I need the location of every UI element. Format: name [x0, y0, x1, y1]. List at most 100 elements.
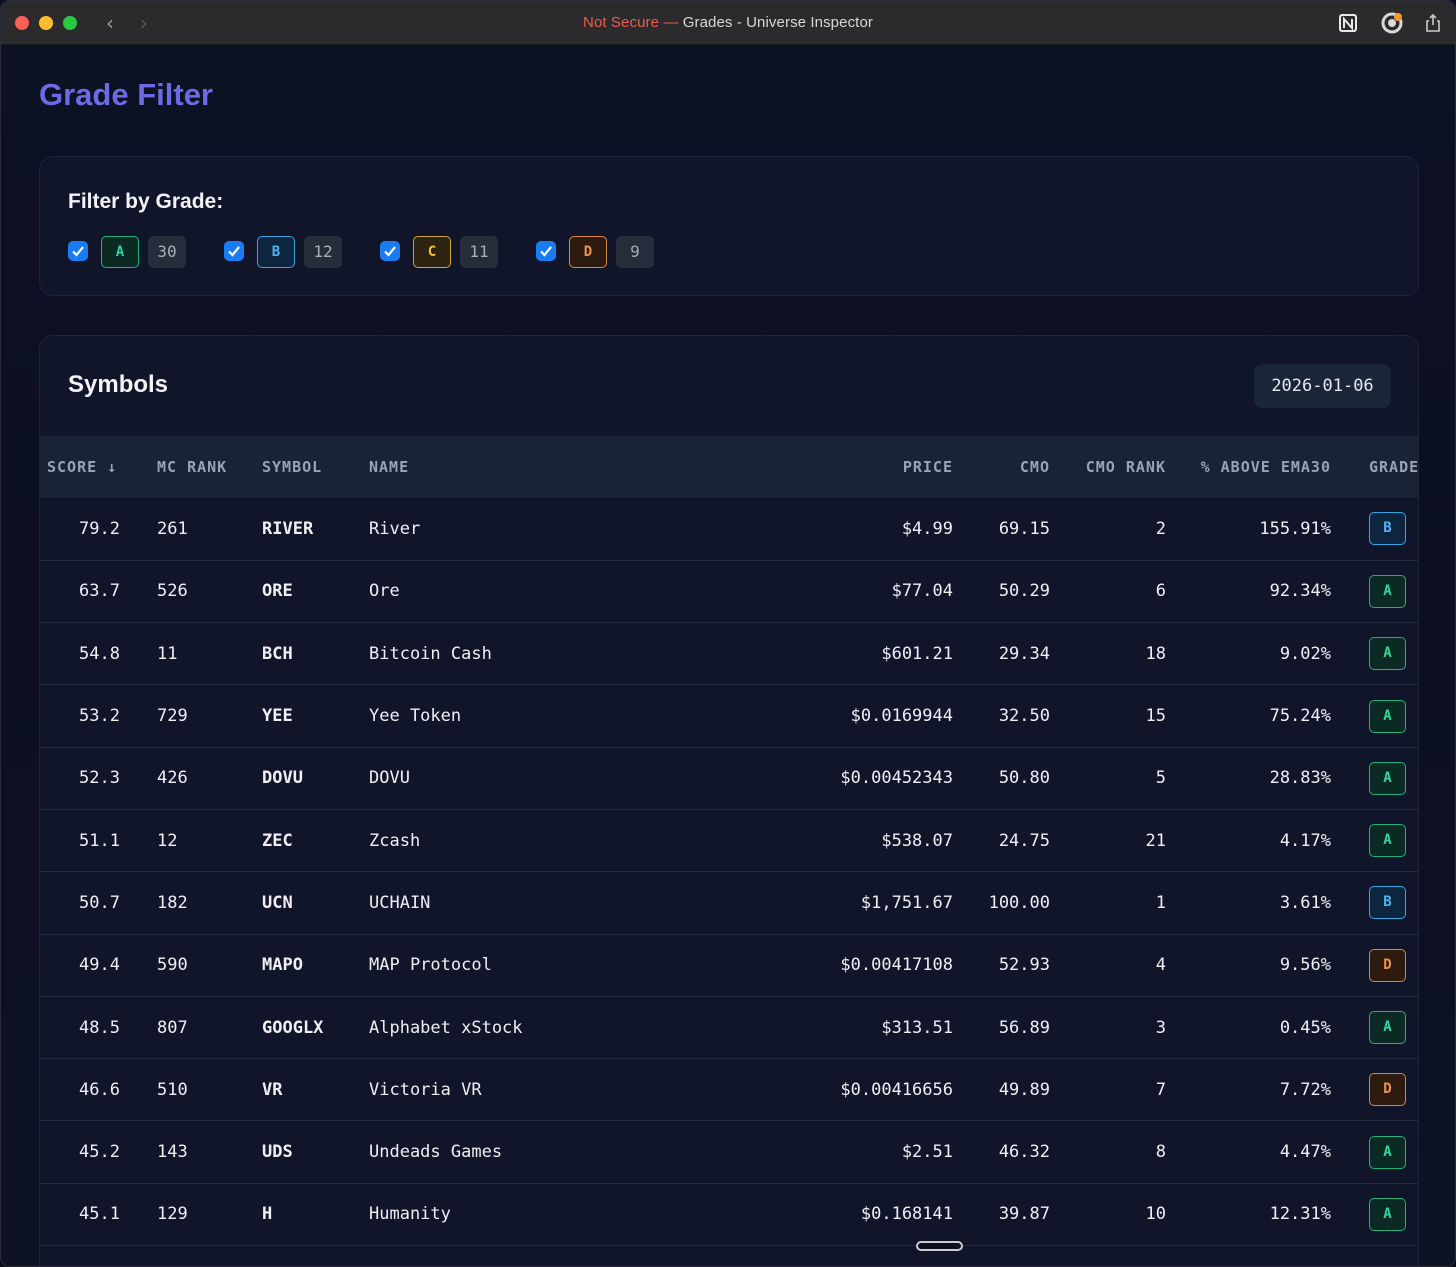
grade-c-badge: C [413, 236, 451, 268]
above-ema30-cell: 12.31% [1269, 1204, 1331, 1225]
symbols-card: Symbols 2026-01-06 SCORE ↓ MC RANK SYMBO… [39, 335, 1419, 1266]
grade-cell: D [1331, 1059, 1418, 1121]
symbol-cell: GOOGLX [262, 1017, 324, 1038]
notion-extension-icon[interactable] [1337, 12, 1359, 34]
symbols-title: Symbols [68, 371, 169, 398]
grade-d-badge: D [569, 236, 607, 268]
table-row[interactable]: 48.5 807 GOOGLX Alphabet xStock $313.51 56.89… [40, 996, 1418, 1059]
date-badge: 2026-01-06 [1254, 364, 1391, 408]
name-cell: Zcash [369, 830, 421, 851]
name-cell: Ore [369, 581, 400, 602]
symbol-cell: UDS [262, 1142, 293, 1163]
name-cell: DOVU [369, 768, 410, 789]
mc-rank-cell: 12 [157, 830, 178, 851]
mc-rank-cell: 426 [157, 768, 188, 789]
col-grade-header[interactable]: GRADE [1331, 436, 1418, 498]
table-row[interactable]: 54.8 11 BCH Bitcoin Cash $601.21 29.34 18 9.02%… [40, 623, 1418, 685]
cmo-rank-cell: 2 [1155, 518, 1166, 539]
not-secure-label: Not Secure — [583, 14, 679, 31]
share-icon[interactable] [1422, 12, 1444, 34]
page-title: Grade Filter [39, 77, 213, 112]
price-cell: $0.168141 [860, 1204, 953, 1225]
symbol-cell: DOVU [262, 768, 303, 789]
table-row[interactable]: 53.2 729 YEE Yee Token $0.0169944 32.50 15 75.2… [40, 685, 1418, 748]
price-cell: $0.0169944 [850, 706, 953, 727]
cmo-cell: 24.75 [998, 830, 1050, 851]
above-ema30-cell: 4.17% [1279, 830, 1331, 851]
col-name-header[interactable]: NAME [362, 436, 762, 498]
extension-icon[interactable] [1381, 12, 1403, 34]
grade-filter-card: Filter by Grade: A 30 B 12 C 11 D 9 [39, 156, 1419, 296]
grade-a-checkbox[interactable] [68, 241, 88, 261]
grade-cell: A [1331, 560, 1418, 622]
cmo-cell: 49.89 [998, 1079, 1050, 1100]
table-row[interactable]: 79.2 261 RIVER River $4.99 69.15 2 155.91% B [40, 498, 1418, 561]
name-cell: UCHAIN [369, 892, 431, 913]
title-bar: ‹ › Not Secure — Grades - Universe Inspe… [1, 1, 1455, 45]
cmo-rank-cell: 15 [1145, 706, 1166, 727]
cmo-cell: 69.15 [998, 518, 1050, 539]
name-cell: Bitcoin Cash [369, 643, 492, 664]
grade-badge: A [1369, 637, 1406, 671]
grade-cell: A [1331, 747, 1418, 809]
symbol-cell: BCH [262, 643, 293, 664]
cmo-rank-cell: 3 [1155, 1017, 1166, 1038]
col-symbol-header[interactable]: SYMBOL [255, 436, 362, 498]
price-cell: $313.51 [881, 1017, 953, 1038]
symbol-cell: H [262, 1204, 273, 1225]
browser-window: ‹ › Not Secure — Grades - Universe Inspe… [0, 0, 1456, 1267]
name-cell: Undeads Games [369, 1142, 503, 1163]
cmo-cell: 50.29 [998, 581, 1050, 602]
table-row[interactable]: 52.3 426 DOVU DOVU $0.00452343 50.80 5 28.83% A [40, 747, 1418, 810]
above-ema30-cell: 3.61% [1279, 892, 1331, 913]
grade-cell: A [1331, 1121, 1418, 1183]
grade-b-checkbox[interactable] [224, 241, 244, 261]
table-row[interactable]: 46.6 510 VR Victoria VR $0.00416656 49.89 7 7.7… [40, 1059, 1418, 1121]
score-cell: 63.7 [79, 581, 120, 602]
score-cell: 48.5 [79, 1017, 120, 1038]
cmo-cell: 100.00 [988, 892, 1050, 913]
symbol-cell: MAPO [262, 955, 303, 976]
col-cmo-header[interactable]: CMO [953, 436, 1050, 498]
grade-c-checkbox[interactable] [380, 241, 400, 261]
cmo-cell: 29.34 [998, 643, 1050, 664]
symbol-cell: RIVER [262, 518, 314, 539]
grade-d-checkbox[interactable] [536, 241, 556, 261]
cmo-cell: 39.87 [998, 1204, 1050, 1225]
grade-cell: A [1331, 1183, 1418, 1245]
grade-badge: A [1369, 1135, 1406, 1169]
col-mc-rank-header[interactable]: MC RANK [149, 436, 255, 498]
score-cell: 46.6 [79, 1079, 120, 1100]
above-ema30-cell: 155.91% [1259, 518, 1331, 539]
mc-rank-cell: 182 [157, 892, 188, 913]
above-ema30-cell: 75.24% [1269, 706, 1331, 727]
score-cell: 52.3 [79, 768, 120, 789]
table-header-row: SCORE ↓ MC RANK SYMBOL NAME PRICE CMO CM… [40, 436, 1418, 498]
symbols-table-scroll[interactable]: SCORE ↓ MC RANK SYMBOL NAME PRICE CMO CM… [40, 436, 1418, 1266]
col-score-header[interactable]: SCORE ↓ [40, 436, 149, 498]
name-cell: Alphabet xStock [369, 1017, 523, 1038]
table-row[interactable]: 51.1 12 ZEC Zcash $538.07 24.75 21 4.17% A [40, 809, 1418, 872]
symbol-cell: ZEC [262, 830, 293, 851]
cmo-rank-cell: 7 [1155, 1079, 1166, 1100]
grade-cell: A [1331, 685, 1418, 747]
page-tab-title: Grades - Universe Inspector [682, 14, 873, 31]
grade-a-badge: A [101, 236, 139, 268]
symbols-table: SCORE ↓ MC RANK SYMBOL NAME PRICE CMO CM… [40, 436, 1418, 1246]
name-cell: Yee Token [369, 706, 462, 727]
col-above-ema30-header[interactable]: % ABOVE EMA30 [1166, 436, 1331, 498]
score-cell: 49.4 [79, 955, 120, 976]
table-row[interactable]: 45.2 143 UDS Undeads Games $2.51 46.32 8 4.47% A [40, 1121, 1418, 1184]
col-cmo-rank-header[interactable]: CMO RANK [1050, 436, 1166, 498]
table-row[interactable]: 50.7 182 UCN UCHAIN $1,751.67 100.00 1 3.61% B [40, 872, 1418, 935]
table-row[interactable]: 49.4 590 MAPO MAP Protocol $0.00417108 52.93 4… [40, 934, 1418, 997]
grade-badge: A [1369, 761, 1406, 795]
above-ema30-cell: 4.47% [1279, 1142, 1331, 1163]
grade-badge: A [1369, 1011, 1406, 1045]
table-row[interactable]: 63.7 526 ORE Ore $77.04 50.29 6 92.34% A [40, 560, 1418, 623]
table-row[interactable]: 45.1 129 H Humanity $0.168141 39.87 10 12.31% A [40, 1183, 1418, 1246]
score-cell: 54.8 [79, 643, 120, 664]
col-price-header[interactable]: PRICE [762, 436, 953, 498]
price-cell: $0.00452343 [840, 768, 953, 789]
scroll-indicator[interactable] [916, 1241, 963, 1251]
